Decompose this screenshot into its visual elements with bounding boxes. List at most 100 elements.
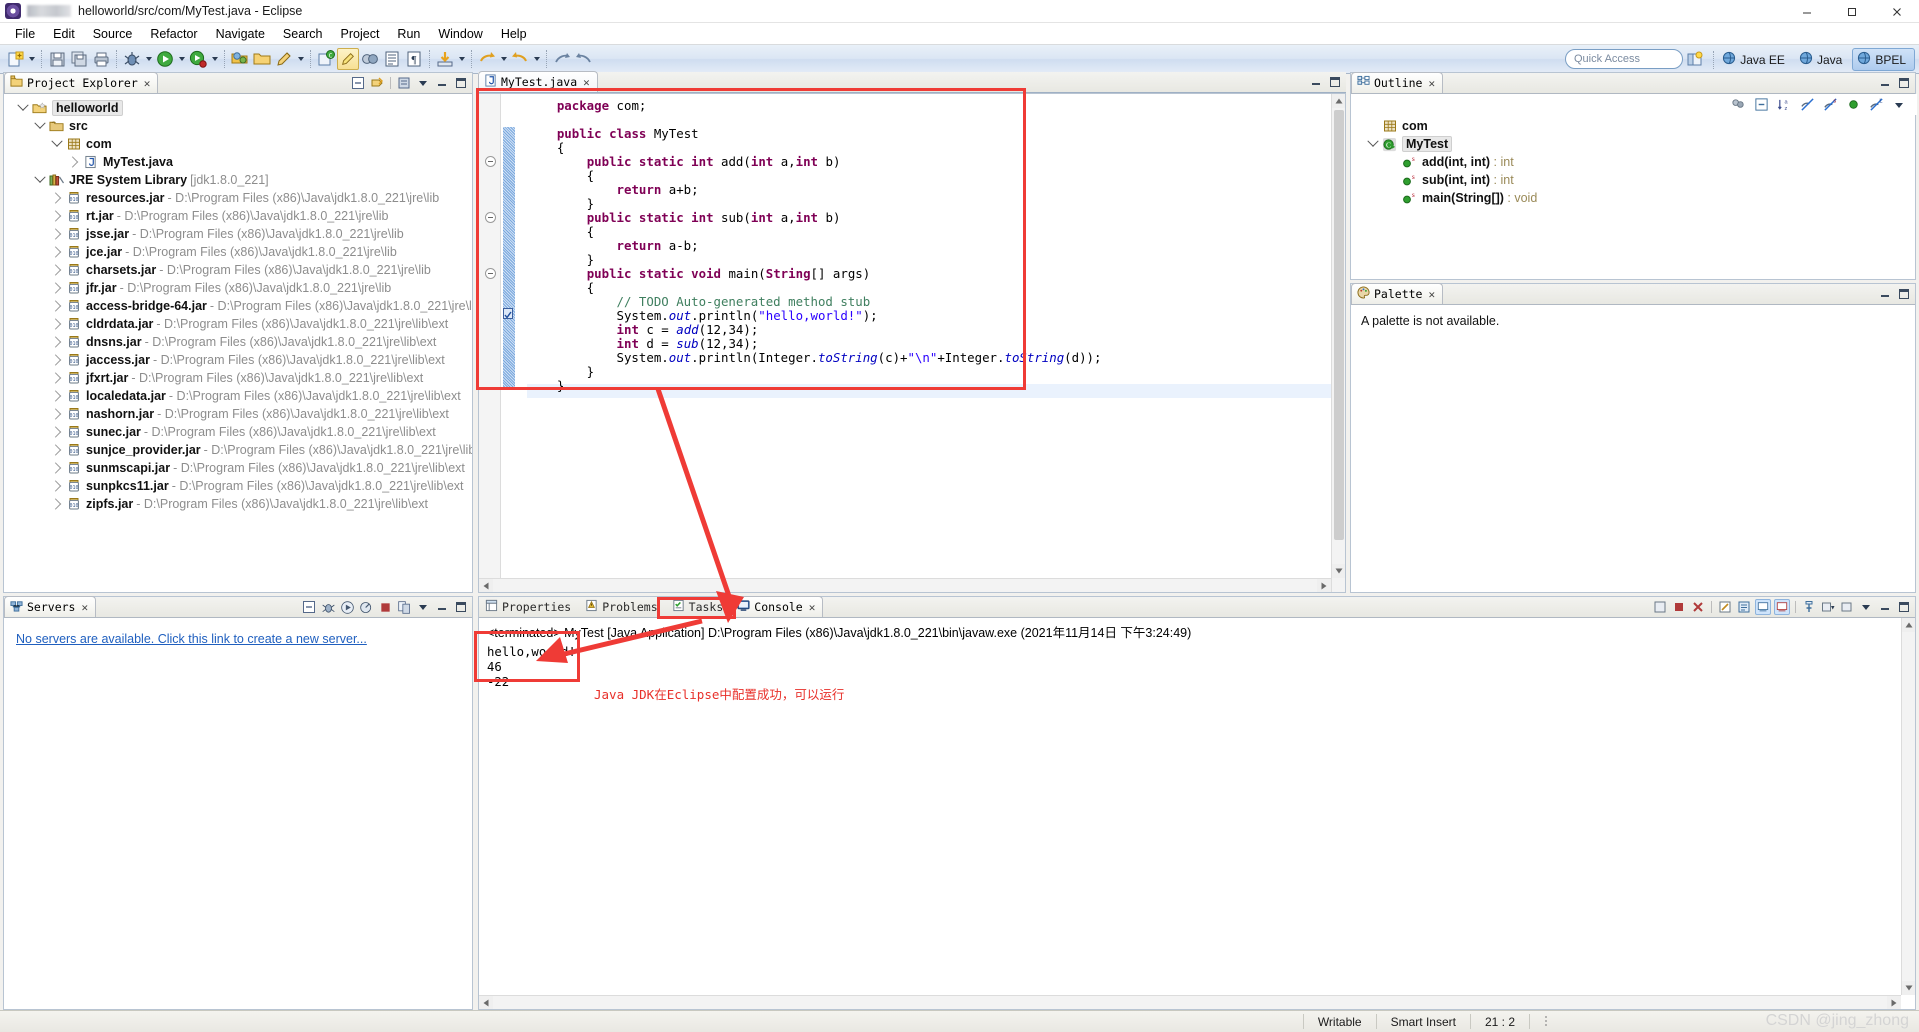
close-icon[interactable]: ✕: [144, 77, 151, 90]
link-with-editor-icon[interactable]: [369, 75, 385, 91]
scroll-right-icon[interactable]: [1317, 579, 1331, 592]
open-console-icon[interactable]: [1839, 599, 1855, 615]
chevron-right-icon[interactable]: [49, 334, 65, 350]
perspective-java-ee[interactable]: Java EE: [1718, 48, 1793, 71]
chevron-right-icon[interactable]: [49, 478, 65, 494]
project-explorer-body[interactable]: helloworld src com MyTest.java JRE System Li…: [4, 94, 472, 592]
tree-item[interactable]: cldrdata.jar - D:\Program Files (x86)\Jav…: [86, 317, 448, 331]
scroll-down-icon[interactable]: [1902, 981, 1915, 995]
tree-item[interactable]: jfxrt.jar - D:\Program Files (x86)\Java\j…: [86, 371, 423, 385]
chevron-right-icon[interactable]: [49, 496, 65, 512]
hide-static-icon[interactable]: s: [1822, 97, 1838, 113]
chevron-down-icon[interactable]: [15, 100, 31, 116]
tree-item[interactable]: jfr.jar - D:\Program Files (x86)\Java\jdk…: [86, 281, 391, 295]
tree-item[interactable]: jsse.jar - D:\Program Files (x86)\Java\jd…: [86, 227, 404, 241]
menu-search[interactable]: Search: [274, 25, 332, 43]
tab-project-explorer[interactable]: Project Explorer ✕: [4, 72, 159, 93]
tree-item[interactable]: MyTest.java: [103, 155, 173, 169]
next-annotation-icon[interactable]: [573, 48, 595, 70]
chevron-right-icon[interactable]: [49, 190, 65, 206]
save-icon[interactable]: [46, 48, 68, 70]
tab-outline[interactable]: Outline ✕: [1351, 72, 1444, 93]
open-type-icon[interactable]: [229, 48, 251, 70]
tree-row[interactable]: 010 access-bridge-64.jar - D:\Program File…: [4, 297, 472, 315]
chevron-right-icon[interactable]: [49, 460, 65, 476]
outline-row[interactable]: s main(String[]) : void: [1351, 189, 1915, 207]
outline-item[interactable]: sub(int, int) : int: [1422, 173, 1514, 187]
scroll-up-icon[interactable]: [1902, 618, 1915, 632]
back-dropdown-icon[interactable]: [531, 49, 542, 69]
tree-row[interactable]: 010 resources.jar - D:\Program Files (x86)…: [4, 189, 472, 207]
scroll-down-icon[interactable]: [1332, 564, 1345, 578]
terminate-icon[interactable]: [1671, 599, 1687, 615]
minimize-panel-icon[interactable]: [1308, 74, 1324, 90]
fold-marker-add-icon[interactable]: [485, 156, 496, 167]
tree-item[interactable]: sunjce_provider.jar - D:\Program Files (x…: [86, 443, 472, 457]
code-area[interactable]: package com; public class MyTest { publi…: [479, 94, 1345, 592]
paragraph-icon[interactable]: ¶: [403, 48, 425, 70]
console-horizontal-scrollbar[interactable]: [479, 995, 1901, 1009]
tree-item[interactable]: JRE System Library [jdk1.8.0_221]: [69, 173, 269, 187]
show-console-on-error-icon[interactable]: [1774, 599, 1790, 615]
tree-item[interactable]: localedata.jar - D:\Program Files (x86)\J…: [86, 389, 461, 403]
close-icon[interactable]: ✕: [1428, 288, 1435, 301]
chevron-right-icon[interactable]: [49, 262, 65, 278]
maximize-panel-icon[interactable]: [1896, 75, 1912, 91]
scroll-left-icon[interactable]: [479, 996, 493, 1009]
forward-dropdown-icon[interactable]: [498, 49, 509, 69]
outline-item[interactable]: add(int, int) : int: [1422, 155, 1514, 169]
scroll-lock-icon[interactable]: [1736, 599, 1752, 615]
save-all-icon[interactable]: [68, 48, 90, 70]
outline-row[interactable]: com: [1351, 117, 1915, 135]
editor-horizontal-scrollbar[interactable]: [479, 578, 1331, 592]
tree-row[interactable]: 010 jsse.jar - D:\Program Files (x86)\Java…: [4, 225, 472, 243]
menu-file[interactable]: File: [6, 25, 44, 43]
link-editor-icon[interactable]: [359, 48, 381, 70]
tree-item[interactable]: dnsns.jar - D:\Program Files (x86)\Java\j…: [86, 335, 436, 349]
collapse-all-icon[interactable]: [350, 75, 366, 91]
menu-help[interactable]: Help: [492, 25, 536, 43]
tree-item[interactable]: charsets.jar - D:\Program Files (x86)\Jav…: [86, 263, 431, 277]
editor-vertical-scrollbar[interactable]: [1331, 94, 1345, 592]
chevron-right-icon[interactable]: [49, 298, 65, 314]
run-icon[interactable]: [154, 48, 176, 70]
debug-icon[interactable]: [121, 48, 143, 70]
publish-server-icon[interactable]: [396, 599, 412, 615]
minimize-panel-icon[interactable]: [1877, 286, 1893, 302]
new-dropdown-icon[interactable]: [26, 49, 37, 69]
tree-row[interactable]: 010 charsets.jar - D:\Program Files (x86)\…: [4, 261, 472, 279]
tree-row[interactable]: src: [4, 117, 472, 135]
show-console-on-output-icon[interactable]: [1755, 599, 1771, 615]
chevron-right-icon[interactable]: [49, 388, 65, 404]
remove-launch-icon[interactable]: [1690, 599, 1706, 615]
outline-body[interactable]: com C MyTest s add(int, int) : int s sub(int, …: [1351, 115, 1915, 279]
tree-row[interactable]: 010 dnsns.jar - D:\Program Files (x86)\Jav…: [4, 333, 472, 351]
pin-console-icon[interactable]: [1801, 599, 1817, 615]
external-tools-dropdown-icon[interactable]: [209, 49, 220, 69]
minimize-button[interactable]: [1784, 0, 1829, 23]
close-icon[interactable]: ✕: [809, 601, 816, 614]
sort-icon[interactable]: az: [1776, 97, 1792, 113]
minimize-panel-icon[interactable]: [1877, 75, 1893, 91]
profile-server-icon[interactable]: [358, 599, 374, 615]
chevron-right-icon[interactable]: [49, 244, 65, 260]
view-menu-chevron-icon[interactable]: [415, 599, 431, 615]
view-menu-chevron-icon[interactable]: [1891, 97, 1907, 113]
chevron-right-icon[interactable]: [49, 406, 65, 422]
tree-item[interactable]: jce.jar - D:\Program Files (x86)\Java\jdk…: [86, 245, 397, 259]
pencil-icon[interactable]: [273, 48, 295, 70]
chevron-down-icon[interactable]: [1365, 136, 1381, 152]
back-nav-icon[interactable]: [509, 48, 531, 70]
tree-row[interactable]: com: [4, 135, 472, 153]
tree-row[interactable]: 010 sunmscapi.jar - D:\Program Files (x86)…: [4, 459, 472, 477]
close-button[interactable]: [1874, 0, 1919, 23]
outline-item[interactable]: com: [1402, 119, 1428, 133]
tree-item[interactable]: jaccess.jar - D:\Program Files (x86)\Java…: [86, 353, 445, 367]
chevron-right-icon[interactable]: [49, 208, 65, 224]
chevron-right-icon[interactable]: [49, 226, 65, 242]
run-external-tools-icon[interactable]: [187, 48, 209, 70]
tree-item[interactable]: resources.jar - D:\Program Files (x86)\Ja…: [86, 191, 439, 205]
highlight-pencil-icon[interactable]: [337, 48, 359, 70]
tree-row[interactable]: JRE System Library [jdk1.8.0_221]: [4, 171, 472, 189]
tree-row[interactable]: 010 sunec.jar - D:\Program Files (x86)\Jav…: [4, 423, 472, 441]
